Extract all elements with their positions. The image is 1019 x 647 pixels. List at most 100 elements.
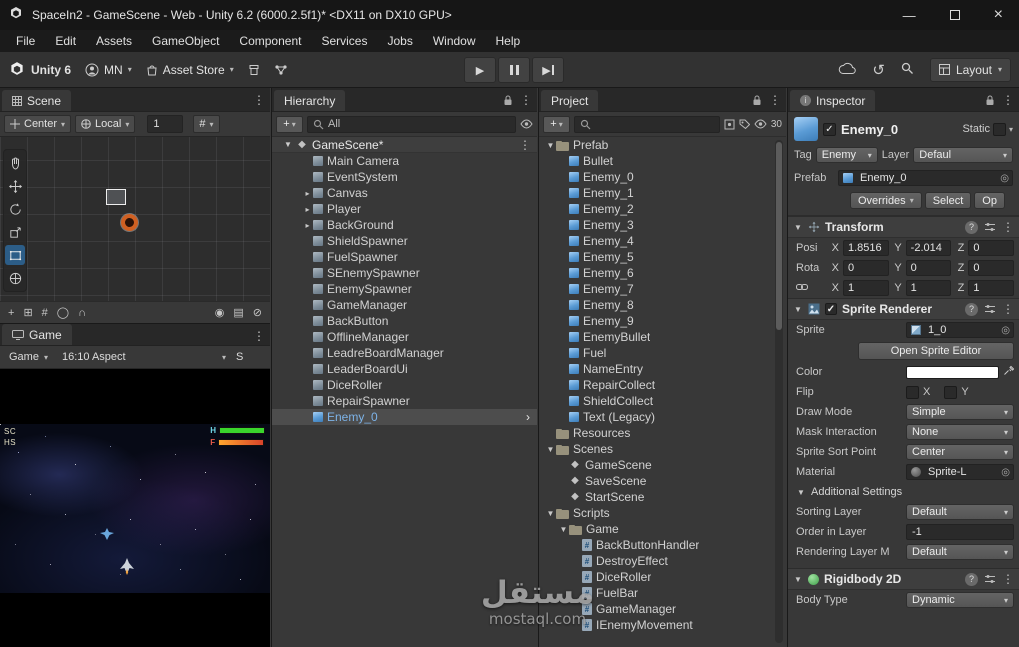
game-viewport[interactable]: SC HS H F <box>0 369 270 647</box>
sphere-gizmo-icon[interactable]: ◯ <box>57 306 69 319</box>
tab-hierarchy[interactable]: Hierarchy <box>274 90 346 111</box>
foldout-open-icon[interactable]: ▼ <box>558 525 569 534</box>
transform-x-field[interactable]: 1 <box>843 280 889 296</box>
move-tool-icon[interactable] <box>5 176 25 196</box>
project-item[interactable]: Enemy_7 <box>539 281 786 297</box>
project-item[interactable]: SaveScene <box>539 473 786 489</box>
project-item[interactable]: NameEntry <box>539 361 786 377</box>
tool-handle-rotation-button[interactable]: Local ▾ <box>75 115 136 133</box>
project-item[interactable]: Text (Legacy) <box>539 409 786 425</box>
property-sprite-sort-point-dropdown[interactable]: Center ▾ <box>906 444 1014 460</box>
select-button[interactable]: Select <box>924 192 972 209</box>
eyedropper-icon[interactable] <box>1003 365 1015 379</box>
prefab-object-field[interactable]: Enemy_0 ◎ <box>838 170 1013 186</box>
search-button[interactable] <box>901 62 914 78</box>
scene-options-icon[interactable]: ⋮ <box>519 138 537 152</box>
scene-viewport[interactable]: + ⊞ # ◯ ∩ ◉ ▤ ⊘ <box>0 137 270 323</box>
aspect-ratio-dropdown[interactable]: 16:10 Aspect ▾ <box>58 348 230 366</box>
rotate-tool-icon[interactable] <box>5 199 25 219</box>
help-icon[interactable]: ? <box>965 220 978 234</box>
minimize-button[interactable]: — <box>903 9 916 22</box>
hierarchy-item[interactable]: DiceRoller <box>272 377 537 393</box>
hierarchy-item[interactable]: RepairSpawner <box>272 393 537 409</box>
grid-snap-icon[interactable]: # <box>42 307 48 319</box>
foldout-open-icon[interactable]: ▼ <box>284 140 296 149</box>
hand-tool-icon[interactable] <box>5 153 25 173</box>
version-control-button[interactable] <box>274 64 288 76</box>
scene-header-row[interactable]: ▼ GameScene* ⋮ <box>272 137 537 153</box>
hierarchy-item[interactable]: Main Camera <box>272 153 537 169</box>
play-button[interactable]: ▶ <box>464 57 496 83</box>
property-draw-mode-dropdown[interactable]: Simple ▾ <box>906 404 1014 420</box>
project-item[interactable]: RepairCollect <box>539 377 786 393</box>
scrollbar-thumb[interactable] <box>776 142 782 330</box>
active-checkbox[interactable]: ✓ <box>823 122 836 136</box>
property-material-object-field[interactable]: Sprite-L ◎ <box>906 464 1014 480</box>
hierarchy-item[interactable]: ▸ Player <box>272 201 537 217</box>
project-item[interactable]: Enemy_9 <box>539 313 786 329</box>
object-picker-icon[interactable]: ◎ <box>1000 173 1009 184</box>
flip-y-checkbox[interactable] <box>944 385 958 399</box>
lock-icon[interactable] <box>985 95 995 106</box>
hierarchy-item[interactable]: Enemy_0 › <box>272 409 537 425</box>
pause-button[interactable] <box>498 57 530 83</box>
menu-help[interactable]: Help <box>486 34 531 48</box>
tab-game[interactable]: Game <box>2 324 72 345</box>
property-rendering-layer-m-dropdown[interactable]: Default ▾ <box>906 544 1014 560</box>
hierarchy-item[interactable]: LeadreBoardManager <box>272 345 537 361</box>
menu-edit[interactable]: Edit <box>45 34 86 48</box>
project-item[interactable]: Enemy_6 <box>539 265 786 281</box>
sprite-renderer-header[interactable]: ▼ ✓ Sprite Renderer ? ⋮ <box>788 298 1019 320</box>
tab-scene[interactable]: Scene <box>2 90 72 111</box>
open-button[interactable]: Op <box>974 192 1005 209</box>
transform-z-field[interactable]: 0 <box>968 240 1015 256</box>
project-item[interactable]: Resources <box>539 425 786 441</box>
lock-icon[interactable] <box>752 95 762 106</box>
menu-component[interactable]: Component <box>229 34 311 48</box>
project-item[interactable]: EnemyBullet <box>539 329 786 345</box>
component-menu-icon[interactable]: ⋮ <box>1002 572 1014 586</box>
presets-icon[interactable] <box>984 304 996 314</box>
foldout-open-icon[interactable]: ▼ <box>545 509 556 518</box>
game-display-dropdown[interactable]: Game ▾ <box>5 348 52 366</box>
hierarchy-search-input[interactable]: All <box>307 115 516 133</box>
object-picker-icon[interactable]: ◎ <box>1001 467 1010 478</box>
expand-arrow-icon[interactable]: ▸ <box>302 221 313 230</box>
project-item[interactable]: Enemy_4 <box>539 233 786 249</box>
help-icon[interactable]: ? <box>965 302 978 316</box>
undo-history-button[interactable]: ↺ <box>872 61 885 79</box>
property-sorting-layer-dropdown[interactable]: Default ▾ <box>906 504 1014 520</box>
project-item[interactable]: ▼ Scenes <box>539 441 786 457</box>
panel-menu-icon[interactable]: ⋮ <box>253 329 265 343</box>
menu-jobs[interactable]: Jobs <box>377 34 422 48</box>
rect-tool-icon[interactable] <box>5 245 25 265</box>
menu-gameobject[interactable]: GameObject <box>142 34 229 48</box>
project-item[interactable]: Enemy_0 <box>539 169 786 185</box>
menu-services[interactable]: Services <box>311 34 377 48</box>
foldout-open-icon[interactable]: ▼ <box>793 305 803 314</box>
project-item[interactable]: ShieldCollect <box>539 393 786 409</box>
flip-x-checkbox[interactable] <box>906 385 919 399</box>
layer-dropdown[interactable]: Defaul ▾ <box>913 147 1013 163</box>
tab-inspector[interactable]: i Inspector <box>790 90 876 111</box>
transform-z-field[interactable]: 0 <box>968 260 1015 276</box>
transform-header[interactable]: ▼ Transform ? ⋮ <box>788 216 1019 238</box>
open-prefab-arrow-icon[interactable]: › <box>526 410 537 424</box>
transform-z-field[interactable]: 1 <box>968 280 1015 296</box>
scene-visibility-icon[interactable] <box>520 119 533 129</box>
uniform-scale-link-icon[interactable] <box>796 282 826 295</box>
presets-icon[interactable] <box>984 222 996 232</box>
property-mask-interaction-dropdown[interactable]: None ▾ <box>906 424 1014 440</box>
tag-dropdown[interactable]: Enemy ▾ <box>815 147 878 163</box>
tab-project[interactable]: Project <box>541 90 599 111</box>
hierarchy-item[interactable]: EnemySpawner <box>272 281 537 297</box>
foldout-open-icon[interactable]: ▼ <box>793 575 803 584</box>
transform-y-field[interactable]: 0 <box>905 260 952 276</box>
project-item[interactable]: BackButtonHandler <box>539 537 786 553</box>
search-by-label-icon[interactable] <box>739 119 750 130</box>
project-item[interactable]: ▼ Game <box>539 521 786 537</box>
project-item[interactable]: Bullet <box>539 153 786 169</box>
hierarchy-item[interactable]: ShieldSpawner <box>272 233 537 249</box>
maximize-button[interactable] <box>949 9 960 22</box>
open-sprite-editor-button[interactable]: Open Sprite Editor <box>858 342 1014 360</box>
